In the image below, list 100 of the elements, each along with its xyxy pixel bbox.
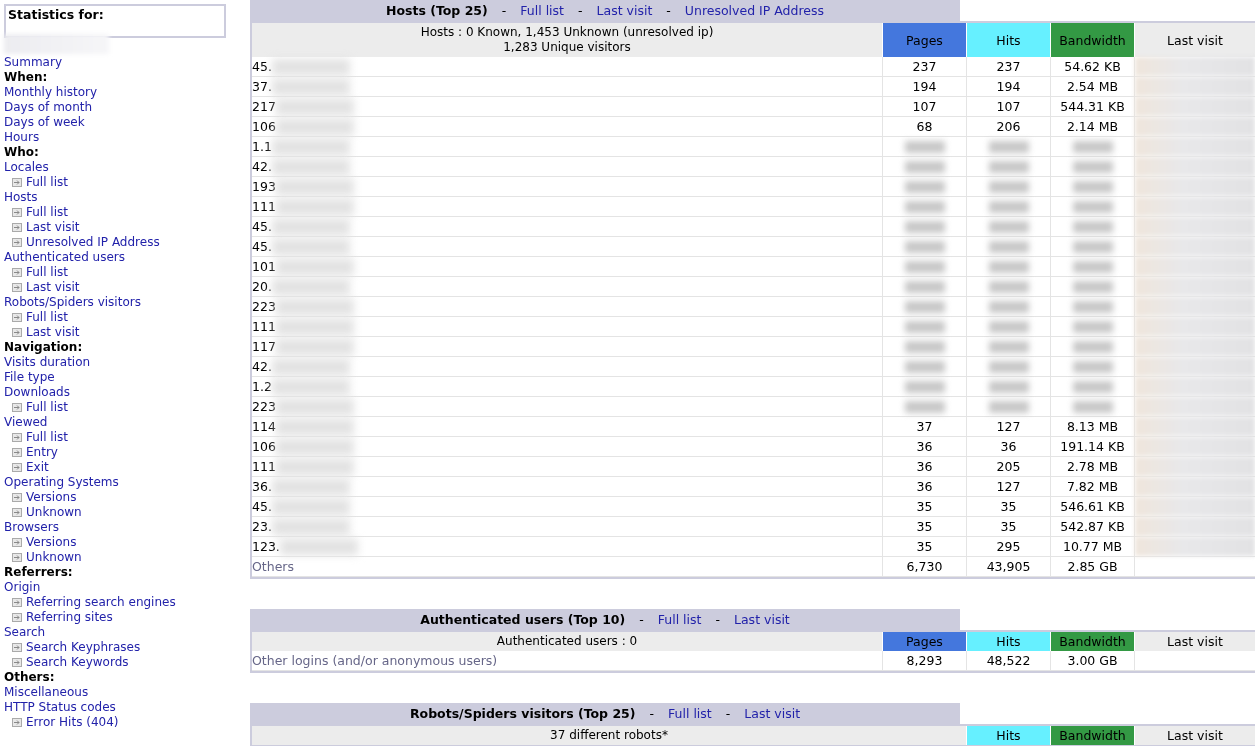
blurred-text xyxy=(904,281,945,293)
nav-link[interactable]: Miscellaneous xyxy=(4,685,89,699)
blurred-text xyxy=(1072,241,1113,253)
separator: - xyxy=(715,612,720,627)
nav-link[interactable]: Referring search engines xyxy=(26,595,176,610)
blurred-text xyxy=(904,241,945,253)
column-header: Hits xyxy=(966,726,1050,745)
nav-link[interactable]: Referring sites xyxy=(26,610,113,625)
column-header: Hits xyxy=(966,23,1050,57)
table-cell: 48,522 xyxy=(966,651,1050,671)
nav-link[interactable]: Monthly history xyxy=(4,85,98,99)
section-link[interactable]: Full list xyxy=(520,3,564,18)
table-cell: 3.00 GB xyxy=(1050,651,1134,671)
section-heading: Who: xyxy=(4,145,40,160)
blurred-text xyxy=(1072,341,1113,353)
nav-link[interactable]: Days of week xyxy=(4,115,85,129)
submenu-icon xyxy=(12,328,22,337)
nav-link[interactable]: Full list xyxy=(26,310,68,325)
host-ip: 111 xyxy=(252,198,276,216)
nav-link[interactable]: Last visit xyxy=(26,280,80,295)
section-link[interactable]: Full list xyxy=(668,706,712,721)
host-ip: 37. xyxy=(252,78,272,96)
blurred-text xyxy=(988,281,1029,293)
section-link[interactable]: Full list xyxy=(657,612,702,627)
nav-link[interactable]: HTTP Status codes xyxy=(4,700,116,714)
blurred-text xyxy=(988,241,1029,253)
summary-text: Hosts : 0 Known, 1,453 Unknown (unresolved ip) xyxy=(419,25,715,40)
nav-link[interactable]: Robots/Spiders visitors xyxy=(4,295,141,309)
host-ip: 111 xyxy=(252,318,276,336)
column-header: Last visit xyxy=(1134,726,1255,745)
nav-link[interactable]: Versions xyxy=(26,490,77,505)
blurred-text xyxy=(904,201,945,213)
blurred-text xyxy=(988,181,1029,193)
submenu-icon xyxy=(12,403,22,412)
nav-link[interactable]: Full list xyxy=(26,175,68,190)
nav-link[interactable]: Authenticated users xyxy=(4,250,126,264)
nav-link[interactable]: Full list xyxy=(26,265,68,280)
blurred-text xyxy=(1072,141,1113,153)
host-ip: 42. xyxy=(252,358,272,376)
nav-link[interactable]: Hours xyxy=(4,130,40,144)
host-ip: 193 xyxy=(252,178,276,196)
nav-link[interactable]: Summary xyxy=(4,55,62,69)
section-link[interactable]: Last visit xyxy=(596,3,653,18)
nav-link[interactable]: Entry xyxy=(26,445,58,460)
blurred-text xyxy=(904,361,945,373)
summary-text: 37 different robots* xyxy=(549,728,669,743)
nav-link[interactable]: Hosts xyxy=(4,190,38,204)
column-header: Bandwidth xyxy=(1050,726,1134,745)
blurred-text xyxy=(1072,381,1113,393)
nav-link[interactable]: Days of month xyxy=(4,100,93,114)
table-cell: 6,730 xyxy=(882,557,966,577)
section-title: Hosts (Top 25) xyxy=(385,3,488,18)
host-ip: 45. xyxy=(252,238,272,256)
nav-link[interactable]: Last visit xyxy=(26,220,80,235)
host-ip: 101 xyxy=(252,258,276,276)
section-title: Authenticated users (Top 10) xyxy=(420,612,626,627)
host-ip: 23. xyxy=(252,518,272,536)
nav-link[interactable]: Search Keywords xyxy=(26,655,129,670)
nav-link[interactable]: Full list xyxy=(26,205,68,220)
blurred-text xyxy=(1072,181,1113,193)
nav-link[interactable]: Search Keyphrases xyxy=(26,640,141,655)
section-heading: When: xyxy=(4,70,49,85)
nav-link[interactable]: File type xyxy=(4,370,55,384)
nav-link[interactable]: Locales xyxy=(4,160,49,174)
nav-link[interactable]: Origin xyxy=(4,580,41,594)
section-title: Robots/Spiders visitors (Top 25) xyxy=(409,706,636,721)
section-link[interactable]: Last visit xyxy=(744,706,801,721)
nav-link[interactable]: Visits duration xyxy=(4,355,91,369)
nav-link[interactable]: Versions xyxy=(26,535,77,550)
section-link[interactable]: Last visit xyxy=(734,612,790,627)
nav-link[interactable]: Full list xyxy=(26,400,68,415)
nav-link[interactable]: Unknown xyxy=(26,505,82,520)
nav-link[interactable]: Downloads xyxy=(4,385,70,399)
submenu-icon xyxy=(12,178,22,187)
column-header: Bandwidth xyxy=(1050,23,1134,57)
nav-link[interactable]: Unknown xyxy=(26,550,82,565)
host-ip: 223 xyxy=(252,298,276,316)
nav-link[interactable]: Exit xyxy=(26,460,49,475)
nav-link[interactable]: Search xyxy=(4,625,46,639)
nav-link[interactable]: Unresolved IP Address xyxy=(26,235,160,250)
nav-link[interactable]: Browsers xyxy=(4,520,59,534)
submenu-icon xyxy=(12,208,22,217)
submenu-icon xyxy=(12,718,22,727)
submenu-icon xyxy=(12,613,22,622)
blurred-text xyxy=(1072,261,1113,273)
table-cell: Others xyxy=(252,557,882,577)
nav-link[interactable]: Last visit xyxy=(26,325,80,340)
nav-link[interactable]: Viewed xyxy=(4,415,48,429)
submenu-icon xyxy=(12,508,22,517)
section-link[interactable]: Unresolved IP Address xyxy=(684,3,825,18)
column-header: Pages xyxy=(882,632,966,651)
host-ip: 1.2 xyxy=(252,378,272,396)
nav-link[interactable]: Full list xyxy=(26,430,68,445)
host-ip: 20. xyxy=(252,278,272,296)
section-heading: Others: xyxy=(4,670,56,685)
nav-link[interactable]: Error Hits (404) xyxy=(26,715,119,730)
host-ip: 36. xyxy=(252,478,272,496)
host-ip: 42. xyxy=(252,158,272,176)
nav-link[interactable]: Operating Systems xyxy=(4,475,119,489)
blurred-text xyxy=(904,381,945,393)
